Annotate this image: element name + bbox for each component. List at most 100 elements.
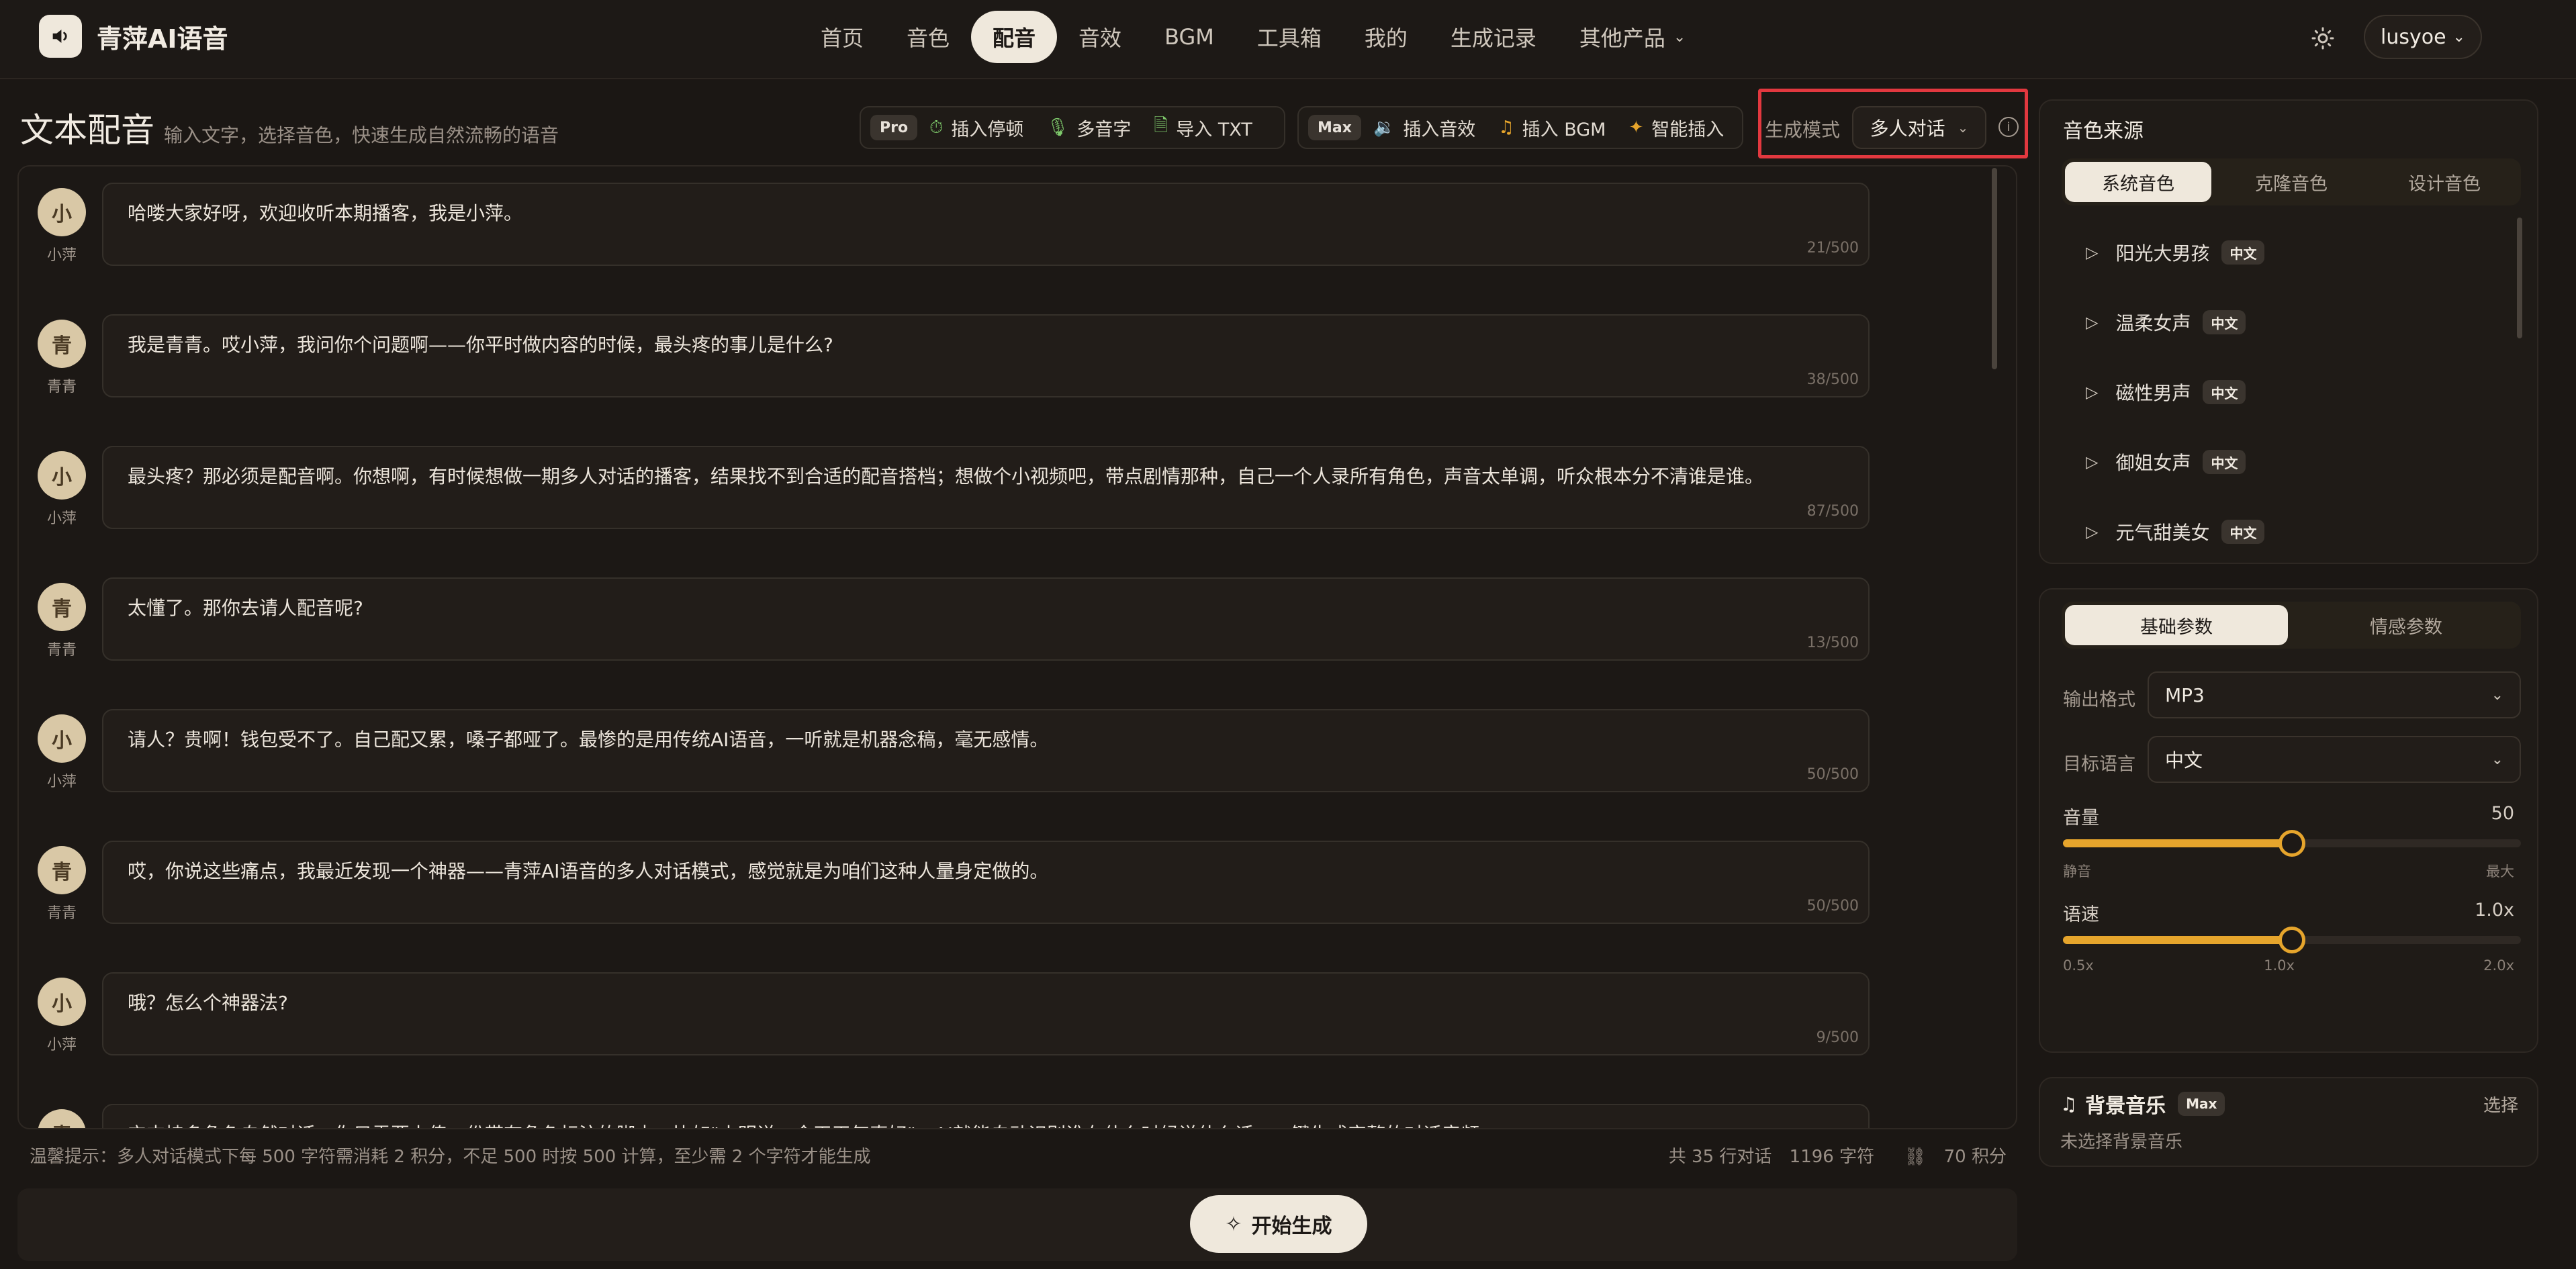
speaker-avatar[interactable]: 小 — [38, 188, 86, 236]
user-menu-button[interactable]: lusyoe ⌄ — [2364, 15, 2482, 59]
play-icon[interactable]: ▷ — [2086, 243, 2098, 262]
nav-other-products-label: 其他产品 — [1579, 26, 1665, 51]
dialogue-text-box[interactable]: 哦？怎么个神器法? 9/500 — [102, 972, 1870, 1055]
volume-label: 音量 — [2063, 808, 2099, 829]
voice-item[interactable]: ▷ 温柔女声 中文 — [2062, 287, 2505, 357]
insert-sfx-label: 插入音效 — [1403, 119, 1476, 140]
top-navbar: 青萍AI语音 首页 音色 配音 音效 BGM 工具箱 我的 生成记录 其他产品 … — [0, 0, 2576, 79]
language-badge: 中文 — [2221, 520, 2265, 544]
dialogue-row: 青 青青 我是青青。哎小萍，我问你个问题啊——你平时做内容的时候，最头疼的事儿是… — [19, 314, 1966, 399]
start-generate-button[interactable]: ✧ 开始生成 — [1190, 1195, 1367, 1253]
insert-bgm-button[interactable]: ♫ 插入 BGM — [1498, 115, 1606, 141]
tab-emotion-params[interactable]: 情感参数 — [2295, 605, 2518, 645]
dialogue-text-box[interactable]: 我是青青。哎小萍，我问你个问题啊——你平时做内容的时候，最头疼的事儿是什么? 3… — [102, 314, 1870, 397]
speaker-name: 青青 — [46, 642, 77, 659]
import-txt-button[interactable]: 🗎 导入 TXT — [1154, 113, 1252, 142]
page-title: 文本配音 — [20, 111, 154, 150]
speaker-avatar[interactable]: 小 — [38, 714, 86, 763]
tab-basic-params[interactable]: 基础参数 — [2065, 605, 2288, 645]
dialogue-text: 哦？怎么个神器法? — [128, 992, 288, 1014]
voice-item[interactable]: ▷ 磁性男声 中文 — [2062, 357, 2505, 427]
speaker-name: 小萍 — [46, 510, 77, 527]
target-language-select[interactable]: 中文 ⌄ — [2148, 736, 2521, 783]
language-badge: 中文 — [2203, 310, 2246, 334]
dialogue-text: 哈喽大家好呀，欢迎收听本期播客，我是小萍。 — [128, 202, 523, 224]
voice-item[interactable]: ▷ 阳光大男孩 中文 — [2062, 218, 2505, 287]
volume-slider-handle[interactable] — [2279, 830, 2305, 857]
speed-slider-handle[interactable] — [2279, 927, 2305, 953]
dialogue-text-box[interactable]: 最头疼？那必须是配音啊。你想啊，有时候想做一期多人对话的播客，结果找不到合适的配… — [102, 446, 1870, 529]
speaker-name: 小萍 — [46, 773, 77, 790]
voice-item[interactable]: ▷ 元气甜美女 中文 — [2062, 497, 2505, 567]
insert-pause-button[interactable]: ⏱ 插入停顿 — [929, 115, 1023, 141]
voice-source-title: 音色来源 — [2063, 120, 2144, 143]
dialogue-text: 最头疼？那必须是配音啊。你想啊，有时候想做一期多人对话的播客，结果找不到合适的配… — [128, 465, 1764, 487]
nav-toolbox[interactable]: 工具箱 — [1236, 11, 1343, 63]
dialogue-text-box[interactable]: 哈喽大家好呀，欢迎收听本期播客，我是小萍。 21/500 — [102, 183, 1870, 266]
nav-home[interactable]: 首页 — [799, 11, 885, 63]
volume-slider[interactable] — [2063, 830, 2521, 857]
play-icon[interactable]: ▷ — [2086, 313, 2098, 332]
dialogue-text-box[interactable]: 请人？贵啊！钱包受不了。自己配又累，嗓子都哑了。最惨的是用传统AI语音，一听就是… — [102, 709, 1870, 792]
char-count: 9/500 — [1816, 1029, 1859, 1046]
bgm-select-link[interactable]: 选择 — [2483, 1092, 2518, 1117]
chevron-down-icon: ⌄ — [2491, 751, 2503, 768]
app-logo[interactable]: 青萍AI语音 — [39, 15, 228, 58]
dialogue-row: 小 小萍 哈喽大家好呀，欢迎收听本期播客，我是小萍。 21/500 — [19, 183, 1966, 267]
chevron-down-icon: ⌄ — [1673, 28, 1686, 46]
speaker-avatar[interactable]: 青 — [38, 846, 86, 894]
nav-voices[interactable]: 音色 — [885, 11, 971, 63]
dialogue-text-box[interactable]: 太懂了。那你去请人配音呢? 13/500 — [102, 577, 1870, 661]
nav-dubbing[interactable]: 配音 — [971, 11, 1058, 63]
play-icon[interactable]: ▷ — [2086, 383, 2098, 402]
speaker-name: 小萍 — [46, 247, 77, 264]
volume-icon: 🔉 — [1373, 117, 1395, 138]
play-icon[interactable]: ▷ — [2086, 453, 2098, 471]
chevron-down-icon: ⌄ — [2452, 28, 2465, 46]
line-count: 共 35 行对话 — [1668, 1147, 1772, 1167]
voice-name: 阳光大男孩 — [2115, 242, 2210, 265]
voice-item[interactable]: ▷ 御姐女声 中文 — [2062, 427, 2505, 497]
dialogue-text: 我是青青。哎小萍，我问你个问题啊——你平时做内容的时候，最头疼的事儿是什么? — [128, 334, 833, 356]
microphone-icon: 🎙 — [1046, 117, 1069, 138]
tab-designed-voices[interactable]: 设计音色 — [2371, 162, 2518, 202]
speaker-avatar[interactable]: 青 — [38, 1109, 86, 1128]
voice-list-scrollbar[interactable] — [2517, 218, 2522, 338]
nav-other-products[interactable]: 其他产品 ⌄ — [1558, 11, 1707, 63]
polyphone-button[interactable]: 🎙 多音字 — [1046, 115, 1131, 141]
speaker-avatar[interactable]: 青 — [38, 583, 86, 631]
tab-cloned-voices[interactable]: 克隆音色 — [2218, 162, 2364, 202]
insert-bgm-label: 插入 BGM — [1522, 119, 1606, 140]
link-icon: ⛓ — [1904, 1147, 1927, 1167]
dialogue-text: 请人？贵啊！钱包受不了。自己配又累，嗓子都哑了。最惨的是用传统AI语音，一听就是… — [128, 728, 1049, 751]
speaker-avatar[interactable]: 小 — [38, 451, 86, 500]
language-badge: 中文 — [2203, 380, 2246, 404]
pro-badge: Pro — [870, 115, 918, 140]
theme-toggle-button[interactable] — [2299, 16, 2346, 63]
dialogue-row: 小 小萍 哦？怎么个神器法? 9/500 — [19, 972, 1966, 1057]
dialogue-text-box[interactable]: 哎，你说这些痛点，我最近发现一个神器——青萍AI语音的多人对话模式，感觉就是为咱… — [102, 841, 1870, 924]
dialogue-scrollbar[interactable] — [1992, 168, 1997, 369]
voice-name: 元气甜美女 — [2115, 522, 2210, 544]
output-format-select[interactable]: MP3 ⌄ — [2148, 671, 2521, 718]
speaker-name: 青青 — [46, 379, 77, 395]
speaker-avatar[interactable]: 青 — [38, 320, 86, 368]
dialogue-list[interactable]: 小 小萍 哈喽大家好呀，欢迎收听本期播客，我是小萍。 21/500 青 青青 我… — [17, 165, 2017, 1129]
dialogue-row: 小 小萍 请人？贵啊！钱包受不了。自己配又累，嗓子都哑了。最惨的是用传统AI语音… — [19, 709, 1966, 794]
dialogue-text-box[interactable]: 它支持多角色自然对话，你只需要上传一份带有角色标注的脚本，比如"小明说：今天天气… — [102, 1104, 1870, 1128]
tab-system-voices[interactable]: 系统音色 — [2065, 162, 2211, 202]
start-generate-label: 开始生成 — [1251, 1215, 1332, 1238]
insert-sfx-button[interactable]: 🔉 插入音效 — [1373, 115, 1475, 141]
nav-sfx[interactable]: 音效 — [1057, 11, 1143, 63]
nav-history[interactable]: 生成记录 — [1429, 11, 1558, 63]
play-icon[interactable]: ▷ — [2086, 522, 2098, 541]
nav-mine[interactable]: 我的 — [1343, 11, 1429, 63]
sun-icon — [2311, 26, 2335, 53]
speaker-avatar[interactable]: 小 — [38, 978, 86, 1026]
nav-bgm[interactable]: BGM — [1143, 11, 1236, 63]
speed-slider[interactable] — [2063, 927, 2521, 953]
smart-insert-button[interactable]: ✦ 智能插入 — [1628, 115, 1724, 141]
dialogue-text: 太懂了。那你去请人配音呢? — [128, 597, 363, 619]
insert-pause-label: 插入停顿 — [951, 119, 1024, 140]
voice-name: 御姐女声 — [2115, 452, 2191, 474]
